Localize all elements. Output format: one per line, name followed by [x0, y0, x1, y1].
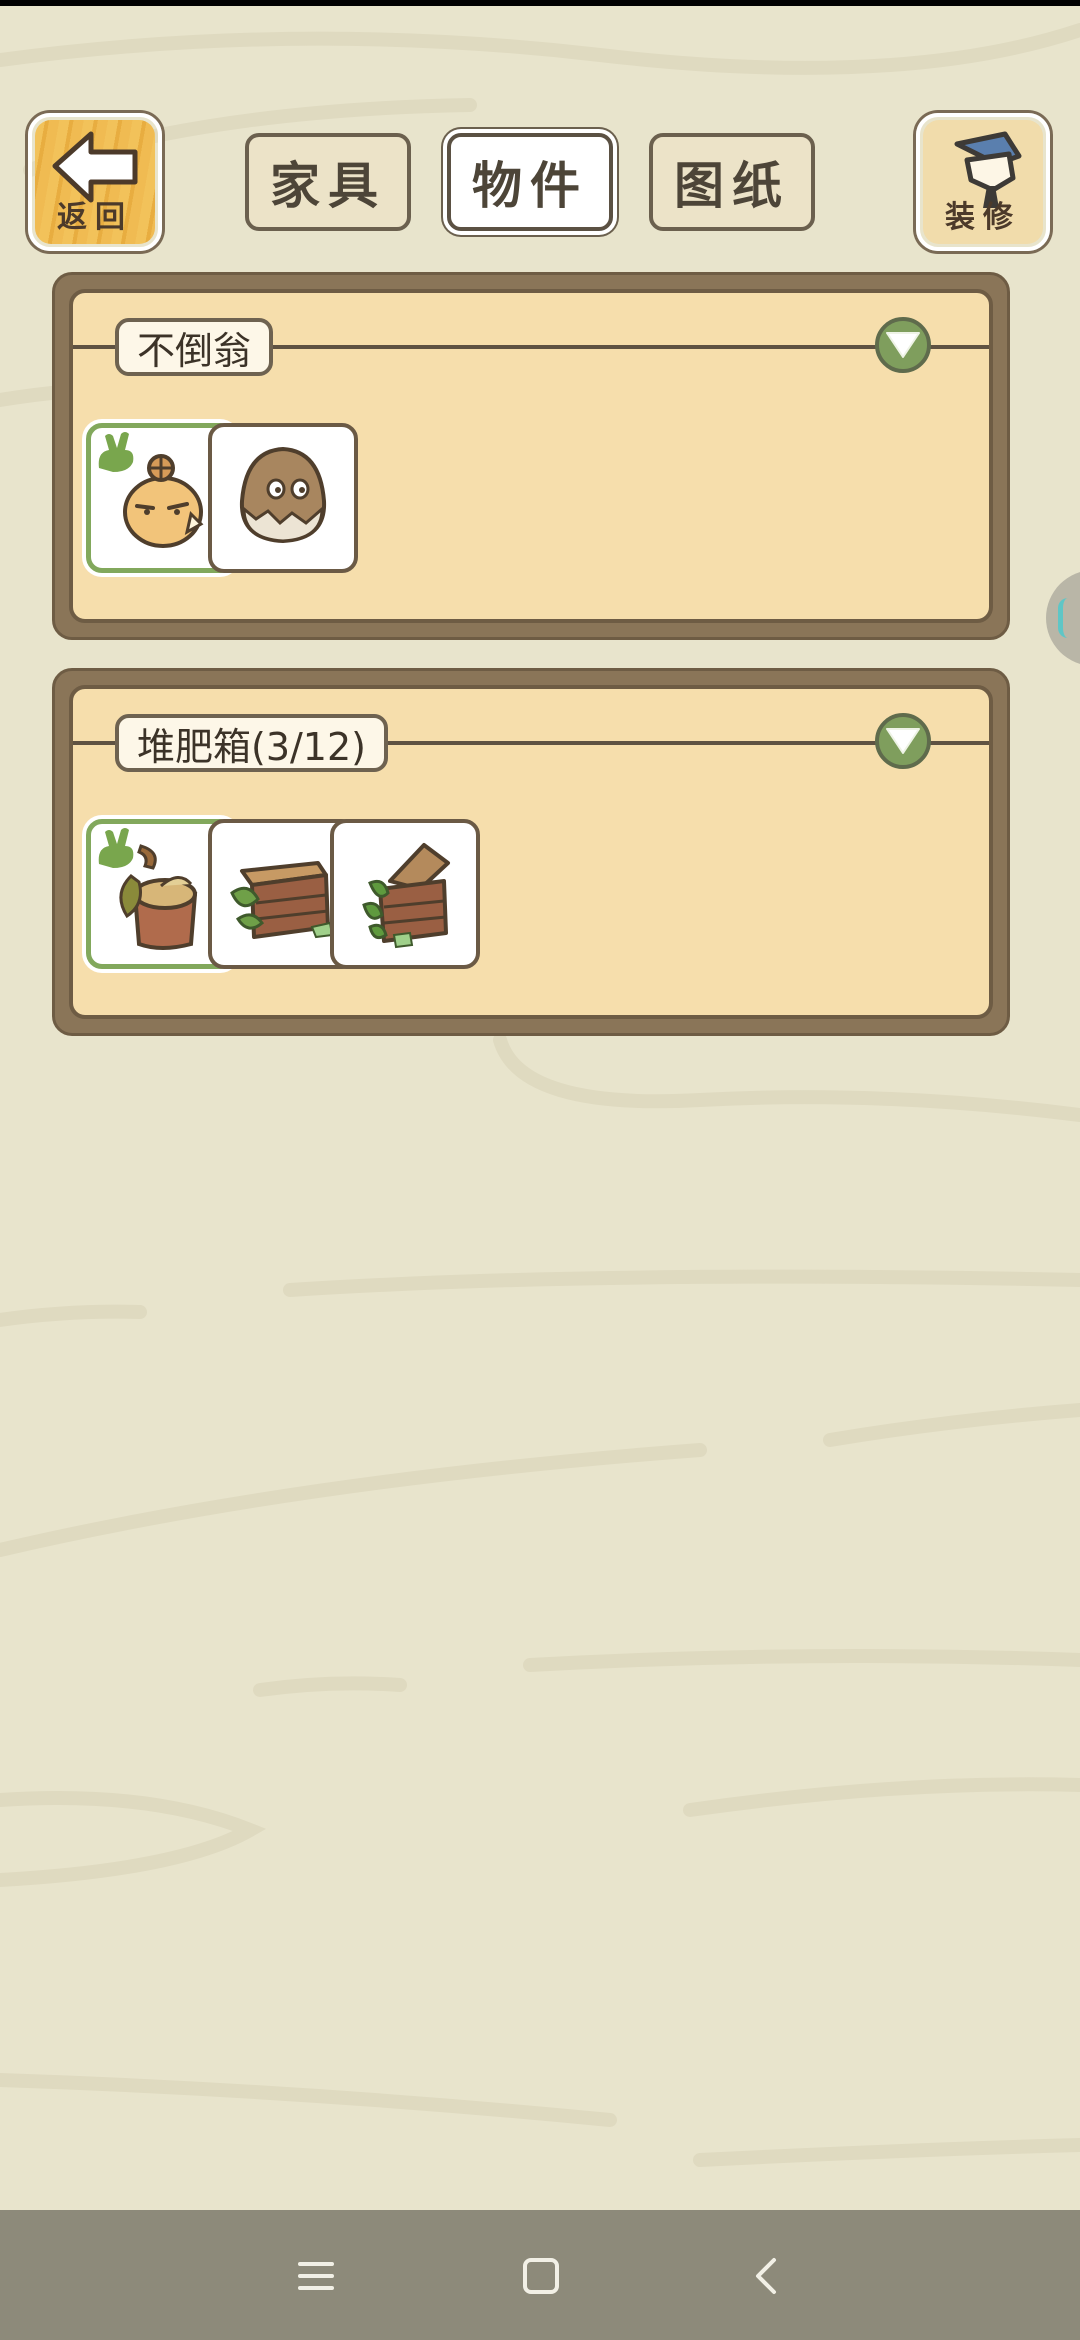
frog-hand-badge-icon: [98, 432, 134, 472]
back-button[interactable]: 返回: [28, 113, 162, 251]
item-group-compost: 堆肥箱(3/12): [52, 668, 1010, 1036]
tab-blueprints[interactable]: 图纸: [649, 133, 815, 231]
triangle-down-icon: [886, 332, 920, 358]
group-title: 不倒翁: [115, 318, 274, 376]
triangle-down-icon: [886, 728, 920, 754]
open-chest-compost-icon: [362, 843, 450, 949]
system-nav-bar: [0, 2210, 1080, 2340]
tab-items[interactable]: 物件: [447, 133, 613, 231]
renovate-button-label: 装修: [945, 200, 1021, 235]
back-icon[interactable]: [738, 2248, 798, 2304]
back-button-label: 返回: [57, 200, 133, 235]
group-title: 堆肥箱(3/12): [115, 714, 388, 772]
home-icon[interactable]: [511, 2248, 571, 2304]
collapse-button[interactable]: [875, 317, 931, 373]
item-slot-chest-compost[interactable]: [330, 819, 480, 969]
status-bar-edge: [0, 0, 1080, 6]
renovate-button[interactable]: 装修: [916, 113, 1050, 251]
item-group-body: 不倒翁: [69, 289, 993, 623]
collapse-button[interactable]: [875, 713, 931, 769]
item-group-tumbler: 不倒翁: [52, 272, 1010, 640]
menu-icon[interactable]: [286, 2248, 346, 2304]
egg-tumbler-doll-icon: [239, 446, 327, 544]
item-group-body: 堆肥箱(3/12): [69, 685, 993, 1019]
frog-hand-badge-icon: [98, 828, 134, 868]
tab-furniture[interactable]: 家具: [245, 133, 411, 231]
item-slot-egg-tumbler[interactable]: [208, 423, 358, 573]
